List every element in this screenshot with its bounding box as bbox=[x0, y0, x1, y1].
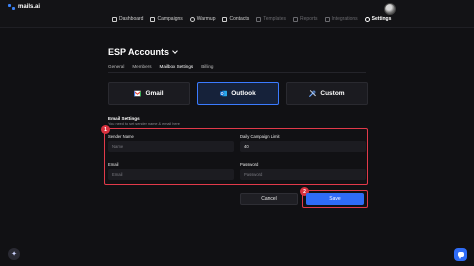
nav-item-integrations[interactable]: Integrations bbox=[324, 16, 358, 22]
avatar[interactable] bbox=[384, 3, 396, 15]
warmup-icon bbox=[189, 16, 195, 22]
nav-item-settings[interactable]: Settings bbox=[364, 16, 392, 22]
grid-icon bbox=[112, 16, 117, 22]
tabs-divider bbox=[108, 72, 366, 73]
gear-icon bbox=[364, 16, 370, 22]
nav-item-reports[interactable]: Reports bbox=[293, 16, 318, 22]
app-logo[interactable]: mails.ai bbox=[8, 4, 40, 10]
templates-icon bbox=[256, 16, 262, 22]
email-settings-title: Email Settings bbox=[108, 116, 140, 121]
email-settings-subtitle: You need to set sender name & email here bbox=[108, 122, 180, 126]
provider-card-outlook[interactable]: Outlook bbox=[197, 82, 279, 105]
nav-item-label: Contacts bbox=[229, 16, 250, 22]
nav-item-contacts[interactable]: Contacts bbox=[222, 16, 249, 22]
nav-item-label: Reports bbox=[300, 16, 318, 22]
save-button[interactable]: Save bbox=[306, 193, 364, 205]
integrations-icon bbox=[324, 16, 330, 22]
password-label: Password bbox=[240, 162, 259, 167]
page-title-text: ESP Accounts bbox=[108, 47, 170, 57]
email-label: Email bbox=[108, 162, 119, 167]
email-field[interactable]: Email bbox=[108, 169, 234, 180]
nav-item-dashboard[interactable]: Dashboard bbox=[112, 16, 143, 22]
contacts-icon bbox=[222, 16, 228, 22]
chevron-down-icon bbox=[172, 48, 178, 54]
tools-icon bbox=[309, 90, 317, 97]
nav-item-label: Settings bbox=[371, 16, 392, 22]
nav-item-campaigns[interactable]: Campaigns bbox=[150, 16, 183, 22]
provider-card-custom[interactable]: Custom bbox=[286, 82, 368, 105]
outlook-icon bbox=[220, 90, 228, 97]
chat-icon bbox=[457, 252, 464, 259]
password-field[interactable]: Password bbox=[240, 169, 366, 180]
cancel-button[interactable]: Cancel bbox=[240, 193, 298, 205]
chat-support-button[interactable] bbox=[454, 248, 467, 261]
main-nav: Dashboard Campaigns Warmup Contacts Temp… bbox=[112, 16, 391, 22]
nav-item-label: Warmup bbox=[196, 16, 216, 22]
reports-icon bbox=[293, 16, 299, 22]
nav-item-label: Integrations bbox=[331, 16, 358, 22]
logo-icon bbox=[8, 4, 15, 10]
sender-name-field[interactable]: Name bbox=[108, 141, 234, 152]
provider-card-gmail[interactable]: Gmail bbox=[108, 82, 190, 105]
nav-item-label: Campaigns bbox=[157, 16, 183, 22]
campaign-icon bbox=[150, 16, 156, 22]
nav-item-label: Templates bbox=[263, 16, 287, 22]
sender-name-label: Sender Name bbox=[108, 134, 134, 139]
page-title[interactable]: ESP Accounts bbox=[108, 47, 178, 57]
sparkle-icon: ✦ bbox=[11, 251, 17, 258]
provider-label: Outlook bbox=[231, 90, 256, 97]
gmail-icon bbox=[134, 90, 142, 97]
daily-limit-field[interactable]: 40 bbox=[240, 141, 366, 152]
annotation-badge-1: 1 bbox=[101, 125, 110, 134]
provider-label: Gmail bbox=[145, 90, 164, 97]
nav-item-label: Dashboard bbox=[119, 16, 144, 22]
daily-limit-label: Daily Campaign Limit bbox=[240, 134, 280, 139]
top-bar: mails.ai Dashboard Campaigns Warmup Cont… bbox=[0, 0, 474, 28]
provider-label: Custom bbox=[320, 90, 345, 97]
nav-item-templates[interactable]: Templates bbox=[256, 16, 286, 22]
logo-text: mails.ai bbox=[18, 4, 41, 10]
nav-item-warmup[interactable]: Warmup bbox=[189, 16, 216, 22]
provider-options: Gmail Outlook Custom bbox=[108, 82, 368, 105]
quick-action-button[interactable]: ✦ bbox=[8, 248, 20, 260]
